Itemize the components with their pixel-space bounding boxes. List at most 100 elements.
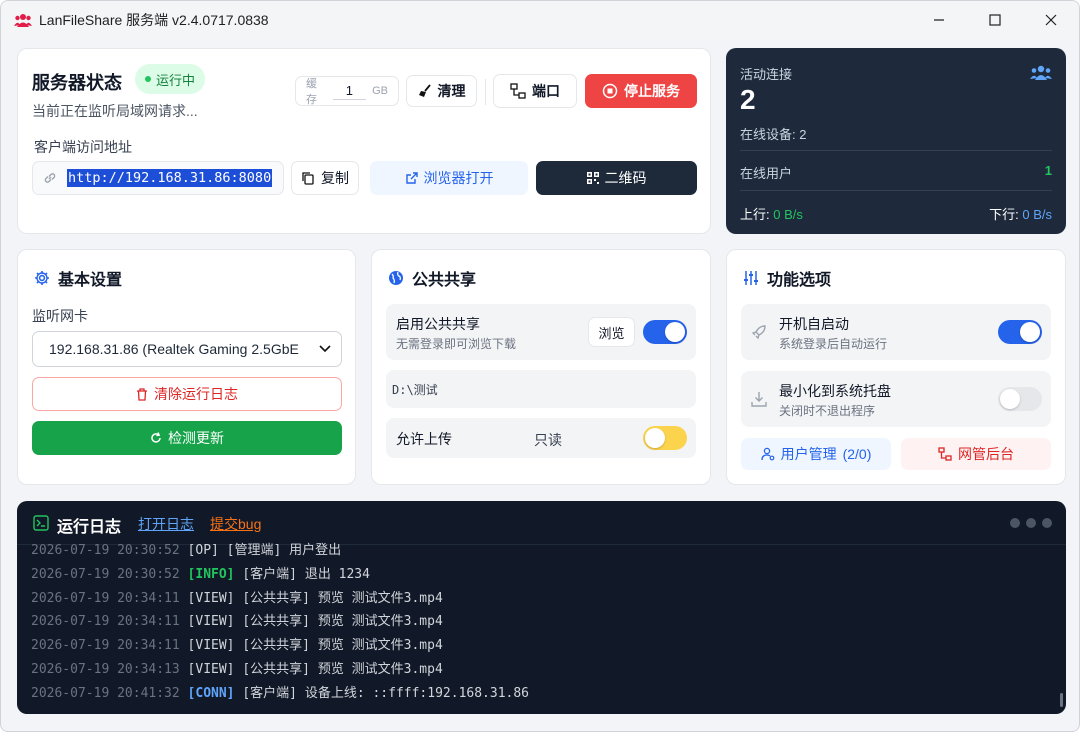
maximize-button[interactable] — [967, 1, 1023, 39]
online-users-count: 1 — [1044, 163, 1052, 178]
status-badge: 运行中 — [135, 64, 206, 94]
dot-icon — [1026, 518, 1036, 528]
upload-speed: 上行: 0 B/s — [740, 207, 803, 222]
submit-bug-link[interactable]: 提交bug — [210, 514, 261, 534]
nic-label: 监听网卡 — [32, 308, 88, 324]
log-scrollbar[interactable] — [1060, 693, 1063, 707]
status-dot-icon — [145, 76, 151, 82]
rocket-icon — [751, 325, 766, 340]
cache-value-input[interactable]: 1 — [332, 83, 367, 100]
log-message: [公共共享] 预览 测试文件3.mp4 — [234, 590, 443, 606]
network-icon — [510, 83, 526, 99]
cache-label: 缓存 — [306, 78, 317, 106]
clear-cache-button[interactable]: 清理 — [406, 75, 477, 107]
link-icon — [44, 173, 56, 183]
close-icon — [1045, 14, 1057, 26]
window-title: LanFileShare 服务端 v2.4.0717.0838 — [39, 12, 269, 28]
chevron-down-icon — [319, 345, 331, 353]
dot-icon — [1010, 518, 1020, 528]
autostart-toggle[interactable] — [998, 320, 1042, 344]
stop-service-button[interactable]: 停止服务 — [585, 74, 697, 108]
log-message: [客户端] 设备上线: ::ffff:192.168.31.86 — [234, 685, 530, 701]
allow-upload-label: 允许上传 — [396, 431, 452, 447]
log-line: 2026-07-19 20:34:13 [VIEW] [公共共享] 预览 测试文… — [31, 658, 1052, 682]
download-icon — [751, 392, 767, 407]
log-lines: 2026-07-19 20:30:52 [OP] [管理端] 用户登出 2026-… — [31, 539, 1052, 706]
port-button[interactable]: 端口 — [493, 74, 577, 108]
autostart-row: 开机自启动 系统登录后自动运行 — [741, 304, 1051, 360]
open-in-browser-button[interactable]: 浏览器打开 — [370, 161, 528, 195]
minimize-to-tray-toggle[interactable] — [998, 387, 1042, 411]
broom-icon — [418, 84, 431, 97]
clear-log-button[interactable]: 清除运行日志 — [32, 377, 342, 411]
admin-console-button[interactable]: 网管后台 — [901, 438, 1051, 470]
allow-upload-toggle[interactable] — [643, 426, 687, 450]
client-url-text[interactable]: http://192.168.31.86:8080 — [67, 169, 273, 187]
toolbar-divider — [485, 79, 486, 105]
check-update-button[interactable]: 检测更新 — [32, 421, 342, 455]
download-speed: 下行: 0 B/s — [989, 207, 1052, 222]
close-button[interactable] — [1023, 1, 1079, 39]
log-timestamp: 2026-07-19 20:34:11 — [31, 590, 188, 606]
maximize-icon — [989, 14, 1001, 26]
log-title: 运行日志 — [57, 519, 122, 536]
log-line: 2026-07-19 20:34:11 [VIEW] [公共共享] 预览 测试文… — [31, 634, 1052, 658]
basic-settings-title: 基本设置 — [34, 266, 122, 290]
log-tag: [CONN] — [187, 685, 235, 701]
trash-icon — [137, 387, 147, 401]
log-timestamp: 2026-07-19 20:34:11 — [31, 638, 188, 654]
cache-unit: GB — [372, 85, 388, 97]
log-line: 2026-07-19 20:30:52 [INFO] [客户端] 退出 1234 — [31, 563, 1052, 587]
browse-folder-button[interactable]: 浏览 — [588, 317, 635, 347]
basic-settings-card: 基本设置 监听网卡 192.168.31.86 (Realtek Gaming … — [17, 249, 356, 485]
public-share-toggle[interactable] — [643, 320, 687, 344]
user-management-button[interactable]: 用户管理 (2/0) — [741, 438, 891, 470]
log-tag: [VIEW] — [187, 590, 235, 606]
divider — [740, 150, 1052, 151]
network-admin-icon — [938, 447, 952, 461]
log-tag: [VIEW] — [187, 661, 235, 677]
share-path-field[interactable]: D:\测试 — [386, 370, 696, 408]
log-timestamp: 2026-07-19 20:34:13 — [31, 661, 188, 677]
app-window: LanFileShare 服务端 v2.4.0717.0838 服务器状态 运行… — [0, 0, 1080, 732]
app-users-icon — [13, 10, 33, 30]
allow-upload-row: 允许上传 只读 — [386, 418, 696, 458]
log-timestamp: 2026-07-19 20:41:32 — [31, 685, 188, 701]
client-url-field[interactable]: http://192.168.31.86:8080 — [32, 161, 284, 195]
enable-public-share-sub: 无需登录即可浏览下载 — [396, 337, 517, 351]
users-group-icon — [1030, 65, 1052, 80]
log-timestamp: 2026-07-19 20:30:52 — [31, 566, 188, 582]
log-timestamp: 2026-07-19 20:34:11 — [31, 614, 188, 630]
divider — [740, 190, 1052, 191]
share-path-text: D:\测试 — [392, 383, 438, 397]
public-share-title: 公共共享 — [388, 266, 476, 290]
copy-url-button[interactable]: 复制 — [291, 161, 359, 195]
log-line: 2026-07-19 20:41:32 [CONN] [客户端] 设备上线: :… — [31, 682, 1052, 706]
log-tag: [VIEW] — [187, 614, 235, 630]
minimize-to-tray-title: 最小化到系统托盘 — [779, 383, 891, 399]
log-message: [管理端] 用户登出 — [218, 543, 342, 558]
log-message: [客户端] 退出 1234 — [234, 566, 370, 582]
log-message: [公共共享] 预览 测试文件3.mp4 — [234, 614, 443, 630]
server-status-card: 服务器状态 运行中 当前正在监听局域网请求... 缓存 1 GB 清理 端口 停… — [17, 48, 711, 234]
title-bar[interactable]: LanFileShare 服务端 v2.4.0717.0838 — [1, 1, 1079, 39]
qrcode-button[interactable]: 二维码 — [536, 161, 697, 195]
server-status-title: 服务器状态 — [32, 73, 122, 93]
online-devices: 在线设备: 2 — [740, 127, 807, 142]
enable-public-share-row: 启用公共共享 无需登录即可浏览下载 浏览 — [386, 304, 696, 360]
log-tag: [OP] — [187, 543, 219, 558]
enable-public-share-title: 启用公共共享 — [396, 316, 480, 332]
log-line: 2026-07-19 20:34:11 [VIEW] [公共共享] 预览 测试文… — [31, 587, 1052, 611]
minimize-button[interactable] — [911, 1, 967, 39]
log-timestamp: 2026-07-19 20:30:52 — [31, 543, 188, 558]
cache-size-field[interactable]: 缓存 1 GB — [295, 76, 399, 106]
connection-stats-card: 活动连接 2 在线设备: 2 在线用户 1 上行: 0 B/s 下行: 0 B/… — [726, 48, 1066, 234]
dot-icon — [1042, 518, 1052, 528]
sliders-icon — [744, 271, 758, 285]
user-gear-icon — [760, 447, 774, 461]
qrcode-icon — [586, 172, 599, 184]
log-line: 2026-07-19 20:34:11 [VIEW] [公共共享] 预览 测试文… — [31, 610, 1052, 634]
refresh-icon — [151, 432, 161, 443]
nic-select[interactable]: 192.168.31.86 (Realtek Gaming 2.5GbE — [32, 331, 342, 367]
open-log-link[interactable]: 打开日志 — [138, 514, 194, 534]
